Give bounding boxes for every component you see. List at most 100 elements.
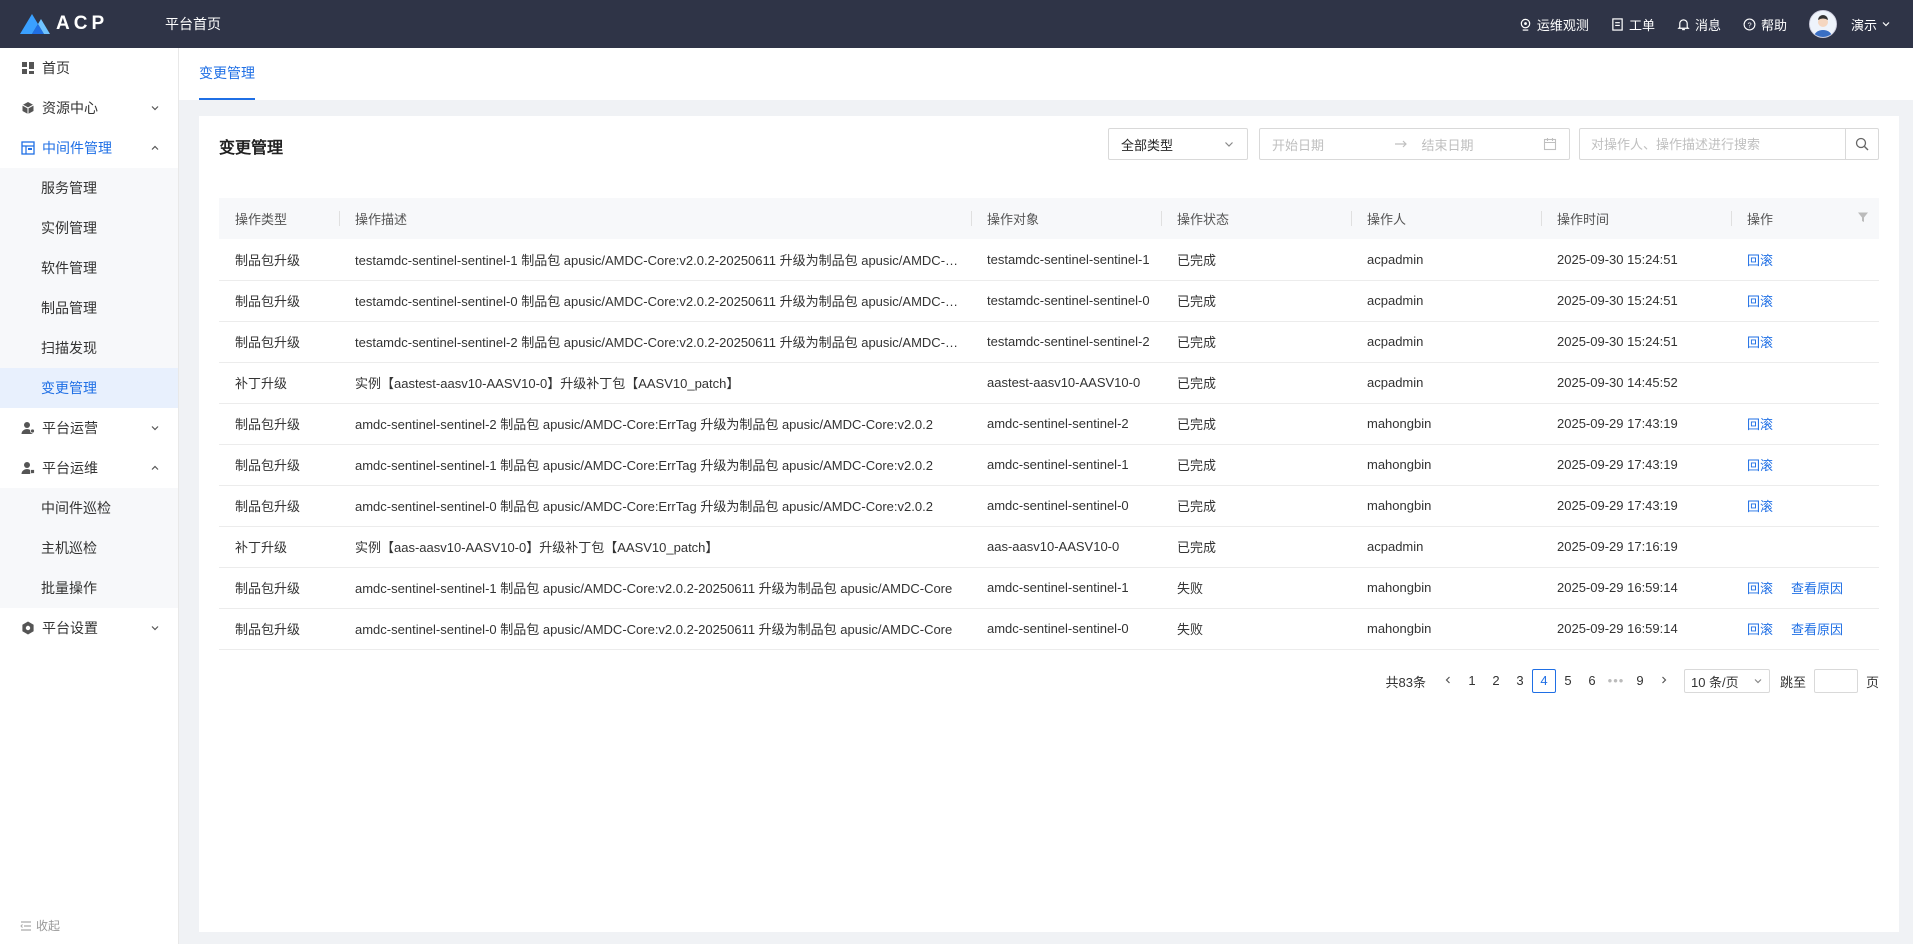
sidebar-item-service-mgmt[interactable]: 服务管理 (0, 168, 178, 208)
sidebar-item-label: 资源中心 (42, 100, 98, 116)
chevron-down-icon (1753, 676, 1763, 686)
cell-desc: amdc-sentinel-sentinel-1 制品包 apusic/AMDC… (339, 444, 971, 486)
sidebar-item-scan-discovery[interactable]: 扫描发现 (0, 328, 178, 368)
cell-status: 已完成 (1161, 321, 1351, 363)
message-menu[interactable]: 消息 (1677, 15, 1721, 34)
chevron-down-icon (150, 423, 160, 433)
sidebar-item-resource-center[interactable]: 资源中心 (0, 88, 178, 128)
sidebar-item-change-mgmt[interactable]: 变更管理 (0, 368, 178, 408)
prev-page-button[interactable] (1436, 669, 1460, 693)
rollback-link[interactable]: 回滚 (1747, 622, 1773, 637)
svg-text:?: ? (1747, 20, 1751, 29)
page-button[interactable]: 3 (1508, 669, 1532, 693)
ticket-icon (1611, 17, 1624, 31)
logo[interactable]: ACP (0, 13, 165, 35)
cell-status: 已完成 (1161, 403, 1351, 445)
help-menu[interactable]: ? 帮助 (1743, 15, 1787, 34)
column-header-time: 操作时间 (1541, 198, 1731, 239)
cell-time: 2025-09-29 16:59:14 (1541, 608, 1731, 650)
cell-actions: 回滚 (1731, 321, 1879, 363)
tab-change-mgmt[interactable]: 变更管理 (199, 48, 255, 100)
sidebar: 首页 资源中心 中间件管理 服务管理 实例管理 软件管理 制品管理 扫描发现 变… (0, 48, 179, 944)
cell-status: 已完成 (1161, 485, 1351, 527)
page-button[interactable]: 2 (1484, 669, 1508, 693)
sidebar-item-batch-operation[interactable]: 批量操作 (0, 568, 178, 608)
rollback-link[interactable]: 回滚 (1747, 458, 1773, 473)
observe-label: 运维观测 (1536, 17, 1589, 33)
page-button[interactable]: 9 (1628, 669, 1652, 693)
cell-time: 2025-09-29 17:43:19 (1541, 444, 1731, 486)
sidebar-item-instance-mgmt[interactable]: 实例管理 (0, 208, 178, 248)
user-menu[interactable]: 演示 (1851, 15, 1891, 34)
content-card: 变更管理 全部类型 开始日期 结束日期 操作类型 操作描述 操作对象 操作状态 … (199, 116, 1899, 932)
view-reason-link[interactable]: 查看原因 (1791, 622, 1843, 637)
avatar[interactable] (1808, 10, 1837, 38)
rollback-link[interactable]: 回滚 (1747, 581, 1773, 596)
chevron-right-icon (1662, 676, 1667, 684)
sidebar-item-home[interactable]: 首页 (0, 48, 178, 88)
sidebar-item-label: 平台设置 (42, 620, 98, 636)
chevron-left-icon (1445, 676, 1450, 684)
jump-page-input[interactable] (1813, 669, 1858, 693)
rollback-link[interactable]: 回滚 (1747, 417, 1773, 432)
help-label: 帮助 (1760, 17, 1787, 33)
cell-target: testamdc-sentinel-sentinel-0 (971, 280, 1161, 322)
sidebar-item-artifact-mgmt[interactable]: 制品管理 (0, 288, 178, 328)
collapse-icon (20, 920, 32, 932)
sidebar-item-middleware-inspection[interactable]: 中间件巡检 (0, 488, 178, 528)
page-size-value: 10 条/页 (1690, 674, 1739, 690)
type-filter-select[interactable]: 全部类型 (1108, 128, 1248, 160)
cell-type: 补丁升级 (219, 362, 339, 404)
type-filter-value: 全部类型 (1121, 137, 1174, 153)
sidebar-item-host-inspection[interactable]: 主机巡检 (0, 528, 178, 568)
table-row: 制品包升级 testamdc-sentinel-sentinel-0 制品包 ap… (219, 280, 1879, 322)
cell-time: 2025-09-29 17:43:19 (1541, 403, 1731, 445)
cell-actions: 回滚 (1731, 403, 1879, 445)
observe-icon (1519, 18, 1532, 31)
cell-target: testamdc-sentinel-sentinel-2 (971, 321, 1161, 363)
chevron-down-icon (150, 103, 160, 113)
cell-actions (1731, 526, 1879, 568)
user-ops-icon (20, 420, 36, 436)
sidebar-item-platform-operation[interactable]: 平台运营 (0, 408, 178, 448)
end-date-input[interactable]: 结束日期 (1422, 135, 1474, 154)
middleware-icon (20, 140, 36, 156)
table-row: 制品包升级 testamdc-sentinel-sentinel-1 制品包 ap… (219, 239, 1879, 281)
cell-target: amdc-sentinel-sentinel-2 (971, 403, 1161, 445)
table-row: 补丁升级 实例【aastest-aasv10-AASV10-0】升级补丁包【AAS… (219, 362, 1879, 404)
sidebar-item-platform-settings[interactable]: 平台设置 (0, 608, 178, 648)
collapse-sidebar-button[interactable]: 收起 (20, 917, 60, 934)
cell-operator: acpadmin (1351, 280, 1541, 322)
chevron-down-icon (150, 623, 160, 633)
rollback-link[interactable]: 回滚 (1747, 253, 1773, 268)
column-header-status: 操作状态 (1161, 198, 1351, 239)
table-row: 补丁升级 实例【aas-aasv10-AASV10-0】升级补丁包【AASV10_… (219, 526, 1879, 568)
sidebar-item-software-mgmt[interactable]: 软件管理 (0, 248, 178, 288)
observe-menu[interactable]: 运维观测 (1519, 15, 1589, 34)
page-button[interactable]: 4 (1531, 669, 1556, 693)
ticket-menu[interactable]: 工单 (1611, 15, 1655, 34)
start-date-input[interactable]: 开始日期 (1272, 135, 1324, 154)
rollback-link[interactable]: 回滚 (1747, 335, 1773, 350)
rollback-link[interactable]: 回滚 (1747, 499, 1773, 514)
cell-operator: mahongbin (1351, 485, 1541, 527)
date-range-picker[interactable]: 开始日期 结束日期 (1259, 128, 1570, 160)
next-page-button[interactable] (1652, 669, 1676, 693)
page-button[interactable]: 6 (1580, 669, 1604, 693)
filter-icon[interactable] (1857, 211, 1869, 223)
cell-desc: amdc-sentinel-sentinel-0 制品包 apusic/AMDC… (339, 608, 971, 650)
rollback-link[interactable]: 回滚 (1747, 294, 1773, 309)
search-button[interactable] (1845, 129, 1878, 159)
page-button[interactable]: 5 (1556, 669, 1580, 693)
page-button[interactable]: 1 (1460, 669, 1484, 693)
view-reason-link[interactable]: 查看原因 (1791, 581, 1843, 596)
platform-home-link[interactable]: 平台首页 (165, 14, 221, 34)
search-input[interactable] (1580, 129, 1845, 159)
page-ellipsis[interactable]: ••• (1604, 669, 1628, 693)
sidebar-item-platform-maintenance[interactable]: 平台运维 (0, 448, 178, 488)
cell-desc: amdc-sentinel-sentinel-0 制品包 apusic/AMDC… (339, 485, 971, 527)
page-size-select[interactable]: 10 条/页 (1683, 669, 1770, 693)
sidebar-item-middleware[interactable]: 中间件管理 (0, 128, 178, 168)
cell-status: 失败 (1161, 567, 1351, 609)
cell-target: aastest-aasv10-AASV10-0 (971, 362, 1161, 404)
